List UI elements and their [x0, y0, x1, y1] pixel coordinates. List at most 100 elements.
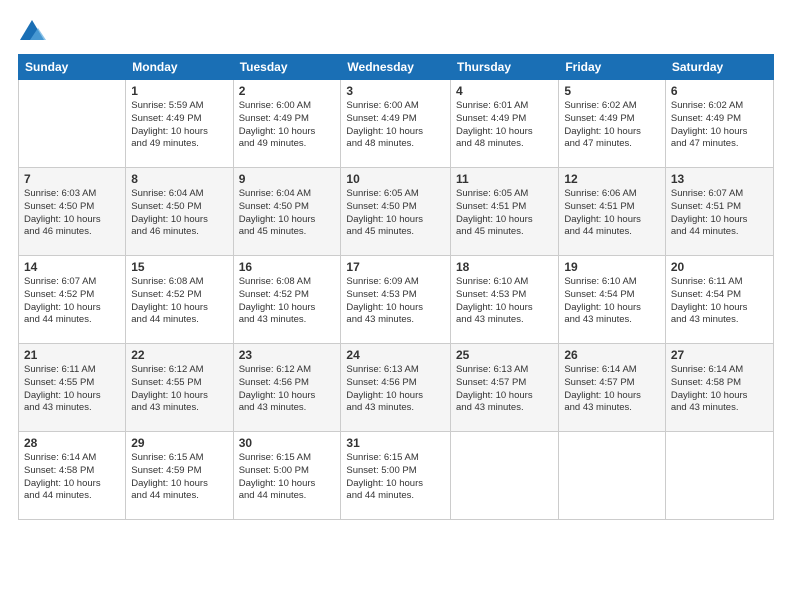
- page: SundayMondayTuesdayWednesdayThursdayFrid…: [0, 0, 792, 612]
- day-number: 28: [24, 436, 120, 450]
- day-info: Sunrise: 6:02 AM Sunset: 4:49 PM Dayligh…: [564, 100, 660, 151]
- calendar-week-row: 1 Sunrise: 5:59 AM Sunset: 4:49 PM Daylig…: [19, 80, 774, 168]
- calendar-cell: 21 Sunrise: 6:11 AM Sunset: 4:55 PM Dayli…: [19, 344, 126, 432]
- day-info: Sunrise: 6:07 AM Sunset: 4:52 PM Dayligh…: [24, 276, 120, 327]
- day-info: Sunrise: 6:12 AM Sunset: 4:55 PM Dayligh…: [131, 364, 227, 415]
- calendar-cell: 4Sunrise: 6:01 AM Sunset: 4:49 PM Daylig…: [451, 80, 559, 168]
- calendar-cell: 15 Sunrise: 6:08 AM Sunset: 4:52 PM Dayli…: [126, 256, 233, 344]
- day-info: Sunrise: 6:10 AM Sunset: 4:53 PM Dayligh…: [456, 276, 553, 327]
- calendar-week-row: 21 Sunrise: 6:11 AM Sunset: 4:55 PM Dayli…: [19, 344, 774, 432]
- day-number: 4: [456, 84, 553, 98]
- calendar-cell: 9 Sunrise: 6:04 AM Sunset: 4:50 PM Daylig…: [233, 168, 341, 256]
- calendar-cell: 19 Sunrise: 6:10 AM Sunset: 4:54 PM Dayli…: [559, 256, 666, 344]
- day-number: 11: [456, 172, 553, 186]
- logo-icon: [18, 18, 46, 46]
- day-number: 16: [239, 260, 336, 274]
- day-info: Sunrise: 6:14 AM Sunset: 4:58 PM Dayligh…: [24, 452, 120, 503]
- weekday-header: Monday: [126, 55, 233, 80]
- day-number: 15: [131, 260, 227, 274]
- calendar-cell: 13Sunrise: 6:07 AM Sunset: 4:51 PM Dayli…: [665, 168, 773, 256]
- calendar-cell: 30 Sunrise: 6:15 AM Sunset: 5:00 PM Dayli…: [233, 432, 341, 520]
- calendar-table: SundayMondayTuesdayWednesdayThursdayFrid…: [18, 54, 774, 520]
- day-number: 24: [346, 348, 445, 362]
- calendar-cell: 25 Sunrise: 6:13 AM Sunset: 4:57 PM Dayli…: [451, 344, 559, 432]
- logo: [18, 18, 50, 46]
- day-info: Sunrise: 6:12 AM Sunset: 4:56 PM Dayligh…: [239, 364, 336, 415]
- calendar-cell: 5 Sunrise: 6:02 AM Sunset: 4:49 PM Daylig…: [559, 80, 666, 168]
- weekday-header: Wednesday: [341, 55, 451, 80]
- day-number: 13: [671, 172, 768, 186]
- day-number: 29: [131, 436, 227, 450]
- day-number: 5: [564, 84, 660, 98]
- calendar-cell: [451, 432, 559, 520]
- weekday-header: Friday: [559, 55, 666, 80]
- day-number: 7: [24, 172, 120, 186]
- day-number: 19: [564, 260, 660, 274]
- calendar-cell: 10 Sunrise: 6:05 AM Sunset: 4:50 PM Dayli…: [341, 168, 451, 256]
- calendar-cell: 2Sunrise: 6:00 AM Sunset: 4:49 PM Daylig…: [233, 80, 341, 168]
- calendar-cell: 6 Sunrise: 6:02 AM Sunset: 4:49 PM Daylig…: [665, 80, 773, 168]
- day-number: 9: [239, 172, 336, 186]
- day-number: 20: [671, 260, 768, 274]
- day-info: Sunrise: 6:15 AM Sunset: 5:00 PM Dayligh…: [346, 452, 445, 503]
- day-info: Sunrise: 6:11 AM Sunset: 4:54 PM Dayligh…: [671, 276, 768, 327]
- calendar-cell: 22Sunrise: 6:12 AM Sunset: 4:55 PM Dayli…: [126, 344, 233, 432]
- calendar-cell: [559, 432, 666, 520]
- day-info: Sunrise: 6:11 AM Sunset: 4:55 PM Dayligh…: [24, 364, 120, 415]
- day-info: Sunrise: 6:04 AM Sunset: 4:50 PM Dayligh…: [131, 188, 227, 239]
- day-number: 6: [671, 84, 768, 98]
- calendar-cell: 11 Sunrise: 6:05 AM Sunset: 4:51 PM Dayli…: [451, 168, 559, 256]
- day-info: Sunrise: 6:05 AM Sunset: 4:51 PM Dayligh…: [456, 188, 553, 239]
- calendar-cell: [19, 80, 126, 168]
- calendar-cell: 28 Sunrise: 6:14 AM Sunset: 4:58 PM Dayli…: [19, 432, 126, 520]
- calendar-cell: 7 Sunrise: 6:03 AM Sunset: 4:50 PM Daylig…: [19, 168, 126, 256]
- day-number: 17: [346, 260, 445, 274]
- day-info: Sunrise: 5:59 AM Sunset: 4:49 PM Dayligh…: [131, 100, 227, 151]
- day-number: 25: [456, 348, 553, 362]
- day-info: Sunrise: 6:05 AM Sunset: 4:50 PM Dayligh…: [346, 188, 445, 239]
- calendar-week-row: 28 Sunrise: 6:14 AM Sunset: 4:58 PM Dayli…: [19, 432, 774, 520]
- day-info: Sunrise: 6:10 AM Sunset: 4:54 PM Dayligh…: [564, 276, 660, 327]
- day-info: Sunrise: 6:02 AM Sunset: 4:49 PM Dayligh…: [671, 100, 768, 151]
- calendar-cell: 26Sunrise: 6:14 AM Sunset: 4:57 PM Dayli…: [559, 344, 666, 432]
- day-number: 8: [131, 172, 227, 186]
- calendar-cell: 29 Sunrise: 6:15 AM Sunset: 4:59 PM Dayli…: [126, 432, 233, 520]
- calendar-cell: 14 Sunrise: 6:07 AM Sunset: 4:52 PM Dayli…: [19, 256, 126, 344]
- weekday-header-row: SundayMondayTuesdayWednesdayThursdayFrid…: [19, 55, 774, 80]
- calendar-cell: 31 Sunrise: 6:15 AM Sunset: 5:00 PM Dayli…: [341, 432, 451, 520]
- day-number: 18: [456, 260, 553, 274]
- day-number: 21: [24, 348, 120, 362]
- day-number: 1: [131, 84, 227, 98]
- day-number: 30: [239, 436, 336, 450]
- day-info: Sunrise: 6:15 AM Sunset: 5:00 PM Dayligh…: [239, 452, 336, 503]
- day-info: Sunrise: 6:13 AM Sunset: 4:56 PM Dayligh…: [346, 364, 445, 415]
- day-number: 10: [346, 172, 445, 186]
- day-info: Sunrise: 6:06 AM Sunset: 4:51 PM Dayligh…: [564, 188, 660, 239]
- day-info: Sunrise: 6:08 AM Sunset: 4:52 PM Dayligh…: [131, 276, 227, 327]
- weekday-header: Sunday: [19, 55, 126, 80]
- calendar-cell: 12 Sunrise: 6:06 AM Sunset: 4:51 PM Dayli…: [559, 168, 666, 256]
- weekday-header: Saturday: [665, 55, 773, 80]
- day-number: 26: [564, 348, 660, 362]
- day-info: Sunrise: 6:15 AM Sunset: 4:59 PM Dayligh…: [131, 452, 227, 503]
- weekday-header: Thursday: [451, 55, 559, 80]
- day-info: Sunrise: 6:00 AM Sunset: 4:49 PM Dayligh…: [239, 100, 336, 151]
- calendar-week-row: 7 Sunrise: 6:03 AM Sunset: 4:50 PM Daylig…: [19, 168, 774, 256]
- calendar-cell: 20 Sunrise: 6:11 AM Sunset: 4:54 PM Dayli…: [665, 256, 773, 344]
- calendar-week-row: 14 Sunrise: 6:07 AM Sunset: 4:52 PM Dayli…: [19, 256, 774, 344]
- calendar-cell: 1 Sunrise: 5:59 AM Sunset: 4:49 PM Daylig…: [126, 80, 233, 168]
- header: [18, 18, 774, 46]
- day-info: Sunrise: 6:13 AM Sunset: 4:57 PM Dayligh…: [456, 364, 553, 415]
- calendar-cell: 3Sunrise: 6:00 AM Sunset: 4:49 PM Daylig…: [341, 80, 451, 168]
- weekday-header: Tuesday: [233, 55, 341, 80]
- day-number: 12: [564, 172, 660, 186]
- day-number: 27: [671, 348, 768, 362]
- calendar-cell: 17Sunrise: 6:09 AM Sunset: 4:53 PM Dayli…: [341, 256, 451, 344]
- calendar-cell: 18 Sunrise: 6:10 AM Sunset: 4:53 PM Dayli…: [451, 256, 559, 344]
- day-info: Sunrise: 6:04 AM Sunset: 4:50 PM Dayligh…: [239, 188, 336, 239]
- day-number: 31: [346, 436, 445, 450]
- day-number: 23: [239, 348, 336, 362]
- day-info: Sunrise: 6:03 AM Sunset: 4:50 PM Dayligh…: [24, 188, 120, 239]
- calendar-cell: 16Sunrise: 6:08 AM Sunset: 4:52 PM Dayli…: [233, 256, 341, 344]
- day-number: 14: [24, 260, 120, 274]
